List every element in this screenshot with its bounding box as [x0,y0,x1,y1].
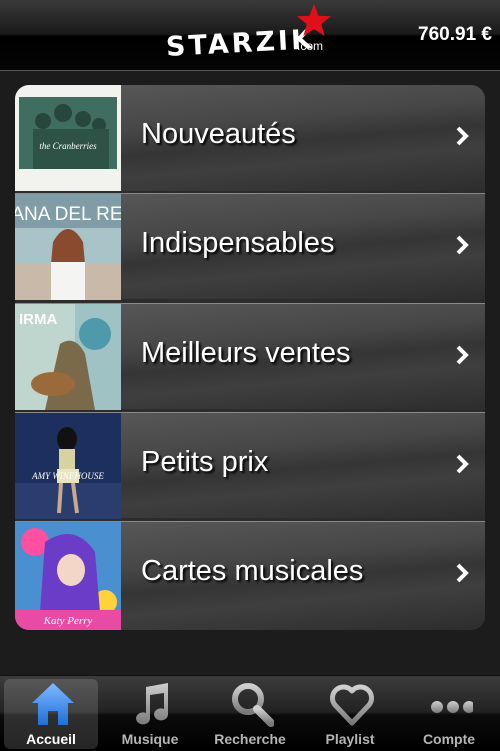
category-row-nouveautes[interactable]: the Cranberries Nouveautés [15,85,485,191]
category-row-petits-prix[interactable]: AMY WINEHOUSE Petits prix [15,412,485,519]
category-label: Nouveautés [141,118,296,150]
category-list: the Cranberries Nouveautés LANA DEL REY … [15,85,485,630]
chevron-right-icon [456,454,469,474]
album-cover-irma: IRMA [15,304,121,410]
app-logo: STARZIK [165,24,316,63]
cover-text: IRMA [19,311,57,328]
cover-text: AMY WINEHOUSE [31,471,104,481]
tab-accueil[interactable]: Accueil [4,679,98,749]
tab-label: Recherche [214,731,286,747]
category-row-meilleurs-ventes[interactable]: IRMA Meilleurs ventes [15,303,485,410]
tab-label: Playlist [325,731,375,747]
cover-text: Katy Perry [43,615,93,627]
top-navigation-bar: STARZIK .com 760.91 € [0,0,500,71]
category-row-indispensables[interactable]: LANA DEL REY Indispensables [15,193,485,300]
chevron-right-icon [456,345,469,365]
music-note-icon [136,683,168,725]
album-cover-katy-perry: Katy Perry [15,522,121,630]
tab-playlist[interactable]: Playlist [303,679,397,749]
bottom-tab-bar: Accueil Musique Recherche Playlist Compt… [0,675,500,751]
tab-musique[interactable]: Musique [103,679,197,749]
category-label: Petits prix [141,446,269,478]
star-icon [297,4,331,36]
cover-text: LANA DEL REY [15,204,121,225]
cover-text: the Cranberries [39,141,97,151]
category-label: Indispensables [141,227,335,259]
more-icon [431,701,473,713]
tab-label: Compte [422,731,476,747]
home-icon [32,683,74,725]
album-cover-lana-del-rey: LANA DEL REY [15,194,121,300]
chevron-right-icon [456,126,469,146]
chevron-right-icon [456,563,469,583]
category-label: Cartes musicales [141,555,364,587]
album-cover-cranberries: the Cranberries [15,85,121,191]
category-row-cartes-musicales[interactable]: Katy Perry Cartes musicales [15,521,485,630]
app-logo-suffix: .com [297,39,324,53]
heart-icon [330,684,374,726]
tab-label: Musique [121,731,179,747]
tab-compte[interactable]: Compte [402,679,496,749]
search-icon [232,683,274,727]
tab-label: Accueil [26,731,76,747]
album-cover-amy-winehouse: AMY WINEHOUSE [15,413,121,519]
tab-recherche[interactable]: Recherche [203,679,297,749]
category-label: Meilleurs ventes [141,337,351,369]
main-content: the Cranberries Nouveautés LANA DEL REY … [0,71,500,675]
chevron-right-icon [456,235,469,255]
account-balance: 760.91 € [418,24,492,45]
